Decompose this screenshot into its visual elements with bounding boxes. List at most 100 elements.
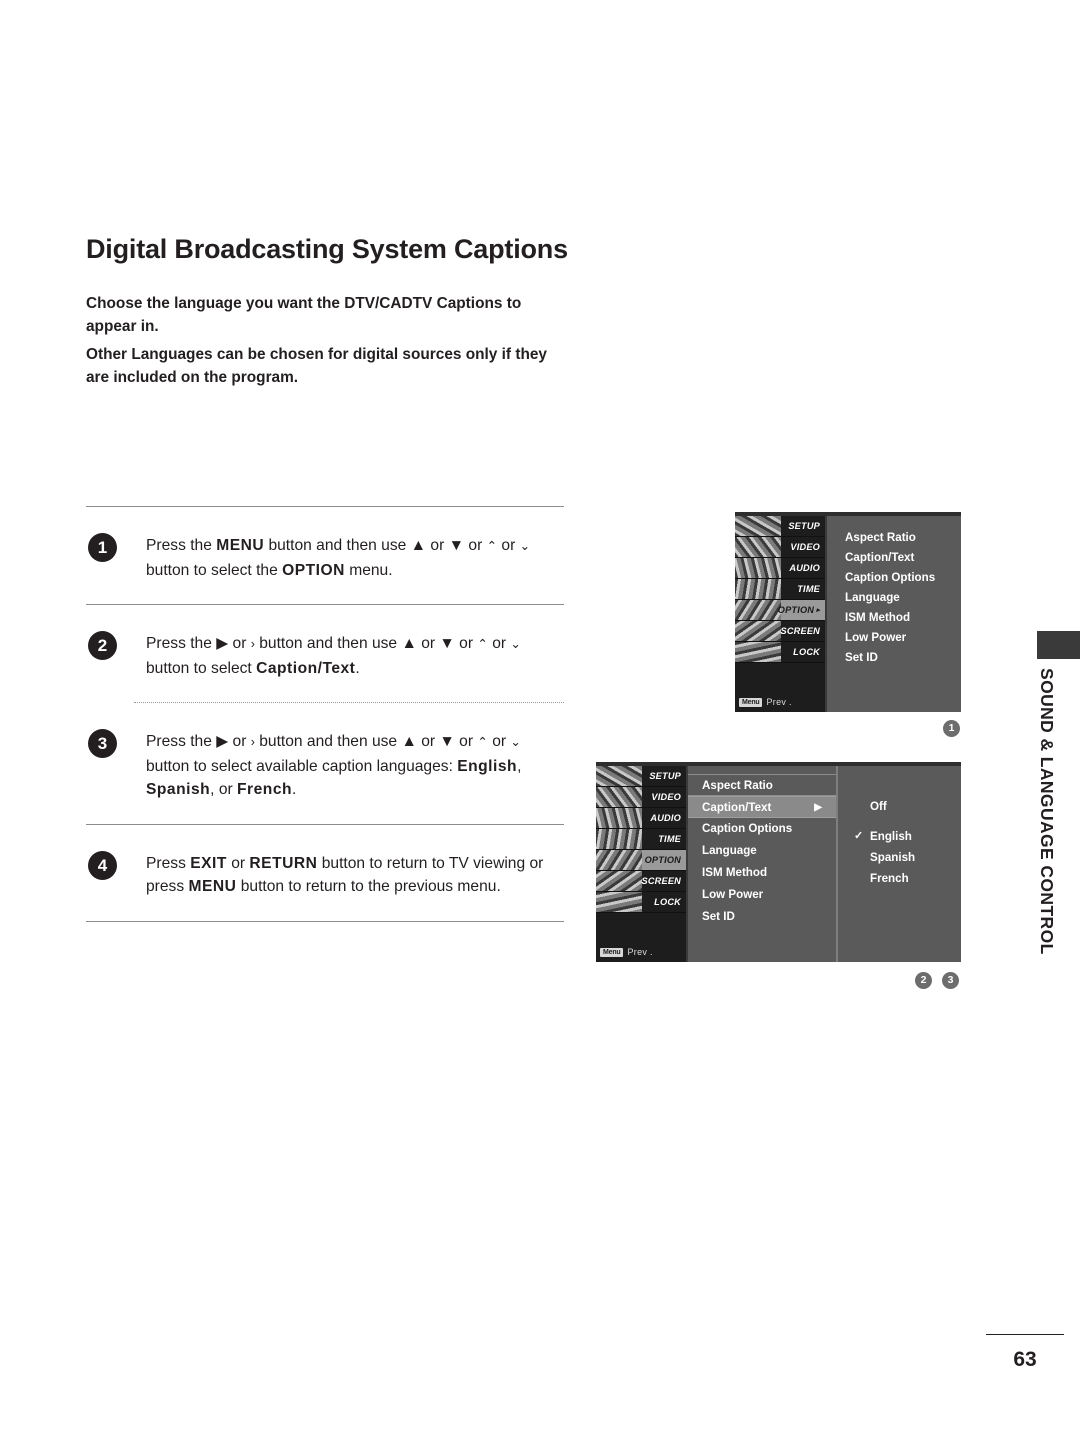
osd-value-label: French: [870, 872, 909, 885]
osd-menu-item[interactable]: Caption Options: [688, 818, 836, 840]
step-fragment: .: [292, 781, 297, 798]
osd-category-lock[interactable]: LOCK: [735, 642, 825, 663]
step-fragment: or: [454, 733, 478, 750]
osd-category-audio[interactable]: AUDIO: [596, 808, 686, 829]
osd-category-sidebar: SETUP VIDEO AUDIO TIME OPTION ▸ SCREEN LOCK Me…: [735, 516, 827, 712]
osd-category-setup[interactable]: SETUP: [735, 516, 825, 537]
menu-key-chip-2: Menu: [600, 948, 624, 957]
osd-category-label: SETUP: [788, 521, 820, 531]
osd-category-thumbnail: [735, 579, 781, 599]
osd-value-label: English: [870, 830, 912, 843]
osd-category-label: TIME: [797, 584, 820, 594]
osd-menu-item[interactable]: Language: [845, 588, 961, 608]
osd-value-list: Off ✓ English Spanish French: [838, 766, 961, 962]
osd-menu-item[interactable]: Caption Options: [845, 568, 961, 588]
osd-menu-item[interactable]: ISM Method: [845, 608, 961, 628]
step-keyword: EXIT: [190, 854, 227, 872]
osd-prev-hint-2: Menu Prev .: [600, 947, 653, 957]
osd-menu-item[interactable]: Low Power: [688, 884, 836, 906]
page-number: 63: [1013, 1348, 1037, 1371]
osd-category-thumbnail: [596, 871, 642, 891]
osd-value-option[interactable]: Spanish: [850, 847, 961, 868]
osd-category-option[interactable]: OPTION ▸: [735, 600, 825, 621]
osd-category-thumbnail: [735, 642, 781, 662]
osd-category-label: SETUP: [649, 771, 681, 781]
footer-rule: [986, 1334, 1064, 1335]
osd-category-setup[interactable]: SETUP: [596, 766, 686, 787]
intro-paragraph-1: Choose the language you want the DTV/CAD…: [86, 295, 522, 335]
osd-menu-item[interactable]: Aspect Ratio: [688, 774, 836, 796]
osd-category-time[interactable]: TIME: [596, 829, 686, 850]
osd-menu-item-list-2: Aspect Ratio Caption/Text ▶ Caption Options…: [688, 766, 838, 962]
osd-category-thumbnail: [596, 829, 642, 849]
osd-category-sidebar-2: SETUP VIDEO AUDIO TIME OPTION SCREEN LOCK Menu…: [596, 766, 688, 962]
osd-menu-item[interactable]: ISM Method: [688, 862, 836, 884]
osd-category-list: SETUP VIDEO AUDIO TIME OPTION ▸ SCREEN LOCK: [735, 516, 825, 663]
instruction-step: 2 Press the ▶ or › button and then use ▲ …: [86, 605, 564, 702]
step-fragment: ⌃: [477, 735, 488, 749]
step-fragment: ,: [517, 757, 522, 775]
osd-category-screen[interactable]: SCREEN: [596, 871, 686, 892]
osd-category-audio[interactable]: AUDIO: [735, 558, 825, 579]
step-text: Press the ▶ or › button and then use ▲ o…: [146, 730, 564, 802]
step-fragment: or: [228, 733, 251, 750]
step-number-badge: 3: [88, 729, 117, 758]
osd-category-label: LOCK: [793, 647, 820, 657]
osd-category-label: SCREEN: [780, 626, 820, 636]
intro-paragraph-2: Other Languages can be chosen for digita…: [86, 346, 547, 386]
osd-value-option[interactable]: Off: [850, 796, 961, 817]
instruction-steps: 1 Press the MENU button and then use ▲ or…: [86, 506, 564, 922]
step-number-badge: 1: [88, 533, 117, 562]
prev-label: Prev .: [766, 697, 792, 707]
step-fragment: or: [487, 635, 511, 652]
osd-category-label: OPTION: [644, 855, 681, 865]
step-keyword: MENU: [188, 878, 237, 895]
step-keyword: MENU: [216, 537, 265, 554]
osd-menu-item[interactable]: Caption/Text ▶: [688, 796, 836, 818]
osd-screenshot-caption-text-submenu: SETUP VIDEO AUDIO TIME OPTION SCREEN LOCK Menu…: [596, 762, 961, 962]
step-fragment: Press the: [146, 537, 217, 554]
page-title: Digital Broadcasting System Captions: [86, 234, 568, 264]
osd-screenshot-option-menu: SETUP VIDEO AUDIO TIME OPTION ▸ SCREEN LOCK Me…: [735, 512, 961, 712]
step-fragment: Press the: [146, 733, 217, 750]
step-fragment: ▼: [439, 733, 455, 750]
chapter-tab-block: [1037, 631, 1080, 659]
osd-category-thumbnail: [596, 808, 642, 828]
osd-menu-item[interactable]: Set ID: [845, 648, 961, 668]
step-fragment: , or: [210, 781, 238, 798]
osd-value-label: Off: [870, 800, 887, 813]
step-fragment: button to select available caption langu…: [146, 757, 458, 775]
osd-category-thumbnail: [735, 558, 781, 578]
osd-menu-item-label: Set ID: [702, 910, 735, 923]
step-fragment: ▶: [216, 733, 229, 750]
osd-category-time[interactable]: TIME: [735, 579, 825, 600]
osd-category-screen[interactable]: SCREEN: [735, 621, 825, 642]
osd-category-label: VIDEO: [651, 792, 681, 802]
step-text: Press the MENU button and then use ▲ or …: [146, 534, 564, 582]
step-keyword: French: [237, 781, 293, 798]
osd-category-video[interactable]: VIDEO: [735, 537, 825, 558]
osd-prev-hint: Menu Prev .: [739, 697, 792, 707]
osd-category-lock[interactable]: LOCK: [596, 892, 686, 913]
osd-value-option[interactable]: French: [850, 868, 961, 889]
callout-badge-2: 2: [915, 972, 932, 989]
step-fragment: ▼: [448, 537, 465, 554]
osd-category-video[interactable]: VIDEO: [596, 787, 686, 808]
osd-category-label: VIDEO: [790, 542, 820, 552]
step-fragment: or: [454, 635, 478, 652]
osd-menu-item[interactable]: Caption/Text: [845, 548, 961, 568]
osd-value-option[interactable]: ✓ English: [850, 826, 961, 847]
osd-category-thumbnail: [735, 621, 781, 641]
step-fragment: or: [487, 733, 511, 750]
osd-menu-item[interactable]: Set ID: [688, 906, 836, 928]
prev-label-2: Prev .: [627, 947, 653, 957]
check-icon: ✓: [854, 830, 864, 842]
osd-menu-item[interactable]: Language: [688, 840, 836, 862]
osd-value-label: Spanish: [870, 851, 916, 864]
osd-menu-item[interactable]: Aspect Ratio: [845, 528, 961, 548]
osd-menu-item-label: Language: [702, 844, 757, 857]
osd-category-option[interactable]: OPTION: [596, 850, 686, 871]
osd-menu-item[interactable]: Low Power: [845, 628, 961, 648]
step-fragment: button and then use: [264, 537, 411, 554]
step-fragment: ▲: [401, 733, 417, 750]
